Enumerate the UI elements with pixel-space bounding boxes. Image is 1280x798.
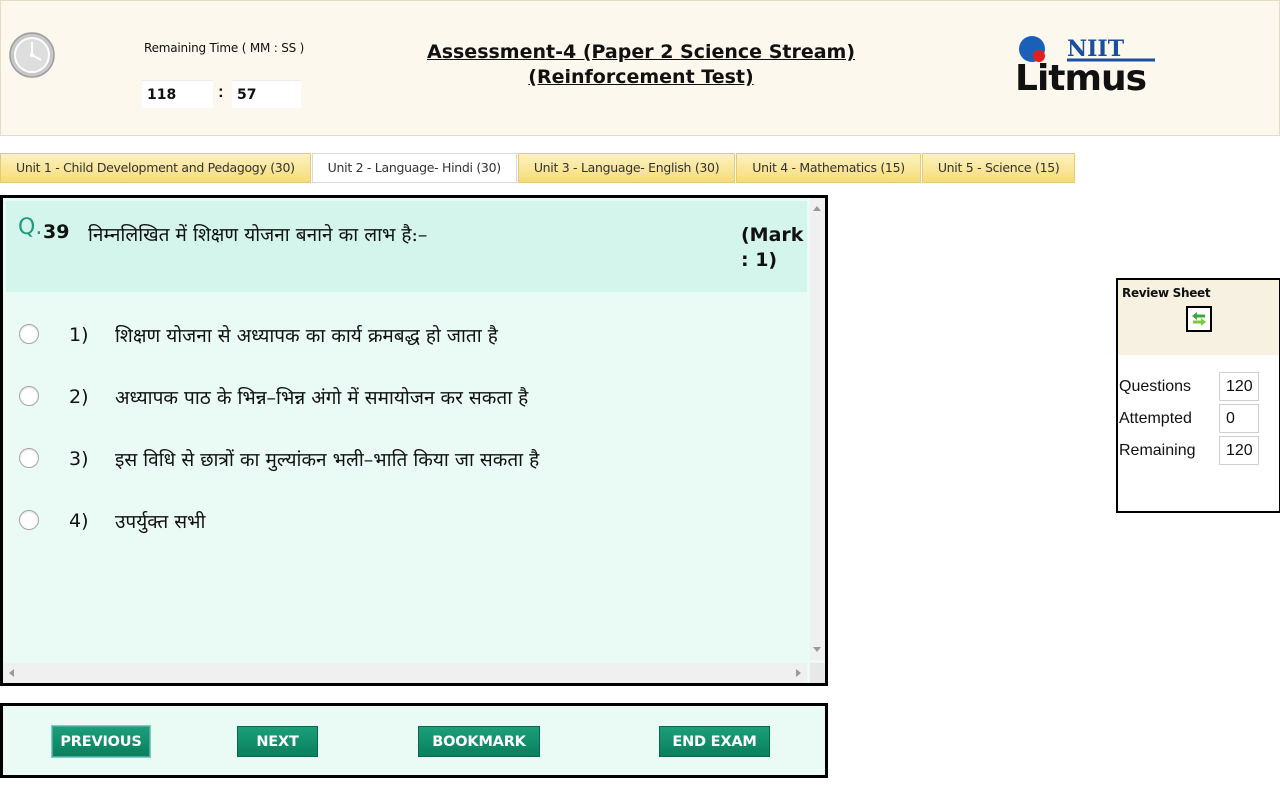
tab-unit-2[interactable]: Unit 2 - Language- Hindi (30) [311, 153, 517, 183]
attempted-label: Attempted [1119, 410, 1192, 427]
timer-separator: : [218, 82, 224, 101]
timer-seconds: 57 [232, 80, 301, 108]
niit-litmus-logo: NIIT Litmus [1015, 36, 1155, 92]
timer-minutes: 118 [142, 80, 213, 108]
option-4-number: 4) [69, 510, 89, 532]
option-2-text: अध्यापक पाठ के भिन्न–भिन्न अंगो में समाय… [115, 387, 529, 409]
option-2-radio[interactable] [19, 386, 39, 406]
option-1-number: 1) [69, 324, 89, 346]
option-1-text: शिक्षण योजना से अध्यापक का कार्य क्रमबद्… [115, 325, 498, 347]
scrollbar-corner [810, 663, 825, 683]
questions-count: 120 [1219, 372, 1259, 401]
navigation-bar: PREVIOUS NEXT BOOKMARK END EXAM [0, 703, 828, 778]
remaining-time-label: Remaining Time ( MM : SS ) [144, 41, 305, 55]
remaining-count: 120 [1219, 436, 1259, 465]
clock-icon [9, 32, 55, 78]
option-3-number: 3) [69, 448, 89, 470]
question-number: 39 [43, 221, 70, 243]
question-text: निम्नलिखित में शिक्षण योजना बनाने का लाभ… [88, 224, 428, 246]
end-exam-button[interactable]: END EXAM [659, 726, 770, 757]
exam-title: Assessment-4 (Paper 2 Science Stream) [426, 41, 856, 63]
option-3-text: इस विधि से छात्रों का मुल्यांकन भली–भाति… [115, 449, 540, 471]
mark-line-1: (Mark [741, 224, 804, 246]
tab-unit-5[interactable]: Unit 5 - Science (15) [921, 153, 1076, 183]
remaining-label: Remaining [1119, 442, 1196, 459]
option-1[interactable]: 1) शिक्षण योजना से अध्यापक का कार्य क्रम… [19, 321, 799, 351]
scroll-left-icon[interactable] [9, 669, 14, 677]
unit-tabs: Unit 1 - Child Development and Pedagogy … [0, 153, 1076, 183]
vertical-scrollbar[interactable] [810, 198, 825, 660]
question-prefix: Q. [18, 215, 43, 240]
questions-label: Questions [1119, 378, 1192, 395]
option-3[interactable]: 3) इस विधि से छात्रों का मुल्यांकन भली–भ… [19, 445, 799, 475]
tab-unit-1[interactable]: Unit 1 - Child Development and Pedagogy … [0, 153, 311, 183]
question-panel: Q. 39 निम्नलिखित में शिक्षण योजना बनाने … [0, 195, 828, 686]
exam-header: Remaining Time ( MM : SS ) 118 : 57 Asse… [0, 0, 1280, 136]
swap-arrows-icon [1192, 312, 1206, 326]
bookmark-button[interactable]: BOOKMARK [418, 726, 540, 757]
previous-button[interactable]: PREVIOUS [52, 726, 150, 757]
svg-text:Litmus: Litmus [1015, 58, 1146, 92]
scroll-up-icon[interactable] [813, 206, 821, 211]
option-4-text: उपर्युक्त सभी [115, 511, 206, 533]
review-toggle-button[interactable] [1186, 306, 1212, 332]
option-2[interactable]: 2) अध्यापक पाठ के भिन्न–भिन्न अंगो में स… [19, 383, 799, 413]
question-mark: (Mark : 1) [741, 223, 809, 273]
next-button[interactable]: NEXT [237, 726, 318, 757]
horizontal-scrollbar[interactable] [3, 663, 807, 683]
tab-unit-4[interactable]: Unit 4 - Mathematics (15) [736, 153, 921, 183]
question-header: Q. 39 निम्नलिखित में शिक्षण योजना बनाने … [6, 201, 807, 292]
review-sheet-header: Review Sheet [1118, 280, 1279, 355]
option-4[interactable]: 4) उपर्युक्त सभी [19, 507, 799, 537]
option-3-radio[interactable] [19, 448, 39, 468]
option-2-number: 2) [69, 386, 89, 408]
tab-unit-3[interactable]: Unit 3 - Language- English (30) [517, 153, 736, 183]
mark-line-2: : 1) [741, 249, 778, 271]
exam-subtitle: (Reinforcement Test) [528, 66, 754, 88]
scroll-down-icon[interactable] [813, 647, 821, 652]
option-4-radio[interactable] [19, 510, 39, 530]
attempted-count: 0 [1219, 404, 1259, 433]
review-sheet-title: Review Sheet [1122, 286, 1211, 300]
scroll-right-icon[interactable] [796, 669, 801, 677]
option-1-radio[interactable] [19, 324, 39, 344]
review-sheet: Review Sheet Questions 120 Attempted 0 R… [1116, 278, 1280, 513]
